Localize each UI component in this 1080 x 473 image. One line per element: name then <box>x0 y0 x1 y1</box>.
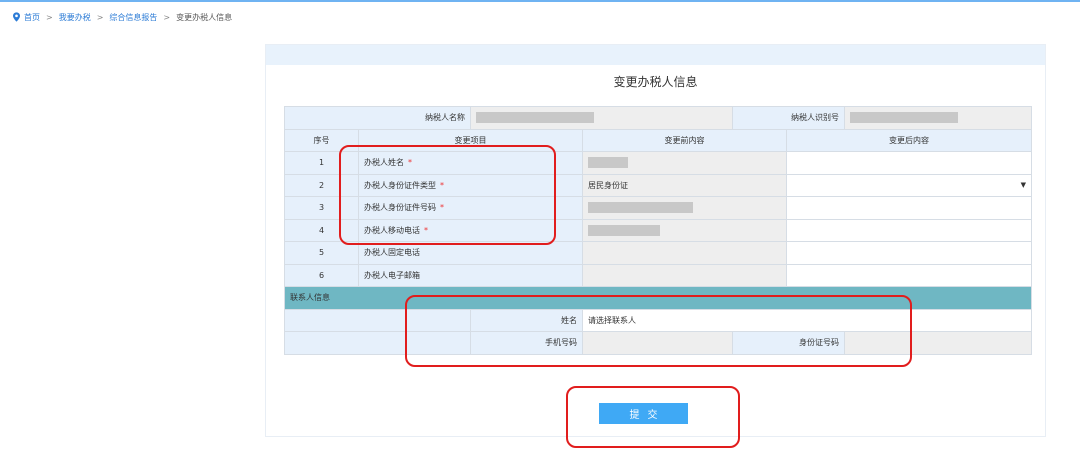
submit-button[interactable]: 提交 <box>599 403 688 424</box>
table-row: 5 办税人固定电话 <box>284 241 1032 265</box>
after-id-number-input[interactable] <box>786 196 1032 220</box>
table-row: 3 办税人身份证件号码 * <box>284 196 1032 220</box>
redacted-block <box>588 202 693 214</box>
row-index: 5 <box>284 241 359 265</box>
row-label: 办税人固定电话 <box>358 241 583 265</box>
redacted-block <box>588 224 660 236</box>
contact-name-row: 姓名 请选择联系人 <box>284 308 1032 332</box>
contact-section-label: 联系人信息 <box>284 286 1032 310</box>
row-index: 2 <box>284 173 359 197</box>
required-mark: * <box>440 203 444 213</box>
change-info-table: 纳税人名称 纳税人识别号 序号 变更项目 变更前内容 变更后内容 1 办税人姓名… <box>284 106 1032 355</box>
chevron-down-icon[interactable]: ▼ <box>1021 181 1026 189</box>
location-pin-icon <box>13 12 20 22</box>
row-label: 办税人移动电话 * <box>358 218 583 242</box>
required-mark: * <box>440 180 444 190</box>
table-row: 6 办税人电子邮箱 <box>284 263 1032 287</box>
contact-idcard-label: 身份证号码 <box>732 331 845 355</box>
header-before: 变更前内容 <box>582 128 787 152</box>
contact-name-label: 姓名 <box>470 308 583 332</box>
breadcrumb-separator: > <box>163 12 171 22</box>
required-mark: * <box>408 158 412 168</box>
header-after: 变更后内容 <box>786 128 1032 152</box>
after-name-input[interactable] <box>786 151 1032 175</box>
row-label: 办税人电子邮箱 <box>358 263 583 287</box>
contact-phone-field[interactable] <box>582 331 733 355</box>
row-label-text: 办税人固定电话 <box>364 248 420 258</box>
before-value <box>582 151 787 175</box>
before-value <box>582 263 787 287</box>
before-value <box>582 218 787 242</box>
row-index: 1 <box>284 151 359 175</box>
top-accent-line <box>0 0 1080 2</box>
panel-header-strip <box>266 45 1045 65</box>
table-row: 1 办税人姓名 * <box>284 151 1032 175</box>
breadcrumb-home[interactable]: 首页 <box>24 12 40 23</box>
breadcrumb-separator: > <box>46 12 53 22</box>
row-label-text: 办税人身份证件类型 <box>364 180 436 190</box>
after-landline-input[interactable] <box>786 241 1032 265</box>
taxpayer-row: 纳税人名称 纳税人识别号 <box>284 106 1032 130</box>
redacted-block <box>850 112 958 124</box>
redacted-block <box>476 112 594 124</box>
contact-name-select[interactable]: 请选择联系人 <box>582 308 1032 332</box>
breadcrumb-separator: > <box>96 12 104 22</box>
contact-phone-label: 手机号码 <box>470 331 583 355</box>
redacted-block <box>588 157 628 169</box>
taxpayer-id-value <box>844 106 1032 130</box>
after-mobile-input[interactable] <box>786 218 1032 242</box>
contact-phone-row: 手机号码 身份证号码 <box>284 331 1032 355</box>
row-label-text: 办税人身份证件号码 <box>364 203 436 213</box>
row-index: 3 <box>284 196 359 220</box>
row-label: 办税人身份证件号码 * <box>358 196 583 220</box>
spacer-cell <box>284 331 471 355</box>
table-row: 2 办税人身份证件类型 * 居民身份证 ▼ <box>284 173 1032 197</box>
before-value: 居民身份证 <box>582 173 787 197</box>
header-index: 序号 <box>284 128 359 152</box>
form-panel: 变更办税人信息 纳税人名称 纳税人识别号 序号 变更项目 变更前内容 变更后内容… <box>265 44 1046 437</box>
table-header-row: 序号 变更项目 变更前内容 变更后内容 <box>284 128 1032 152</box>
breadcrumb-current: 变更办税人信息 <box>176 12 233 22</box>
contact-section-row: 联系人信息 <box>284 286 1032 310</box>
before-value <box>582 241 787 265</box>
taxpayer-name-label: 纳税人名称 <box>284 106 471 130</box>
page-title: 变更办税人信息 <box>613 75 698 89</box>
taxpayer-name-value <box>470 106 733 130</box>
after-email-input[interactable] <box>786 263 1032 287</box>
after-id-type-select[interactable]: ▼ <box>786 173 1032 197</box>
taxpayer-id-label: 纳税人识别号 <box>732 106 845 130</box>
row-label: 办税人姓名 * <box>358 151 583 175</box>
required-mark: * <box>424 225 428 235</box>
breadcrumb-tax[interactable]: 我要办税 <box>59 12 91 23</box>
spacer-cell <box>284 308 471 332</box>
breadcrumb-report[interactable]: 综合信息报告 <box>109 12 157 23</box>
before-value <box>582 196 787 220</box>
row-label-text: 办税人姓名 <box>364 158 404 168</box>
table-row: 4 办税人移动电话 * <box>284 218 1032 242</box>
row-label: 办税人身份证件类型 * <box>358 173 583 197</box>
header-item: 变更项目 <box>358 128 583 152</box>
contact-idcard-field[interactable] <box>844 331 1032 355</box>
row-label-text: 办税人移动电话 <box>364 225 420 235</box>
breadcrumb: 首页 > 我要办税 > 综合信息报告 > 变更办税人信息 <box>12 10 232 24</box>
row-index: 6 <box>284 263 359 287</box>
row-label-text: 办税人电子邮箱 <box>364 270 420 280</box>
row-index: 4 <box>284 218 359 242</box>
